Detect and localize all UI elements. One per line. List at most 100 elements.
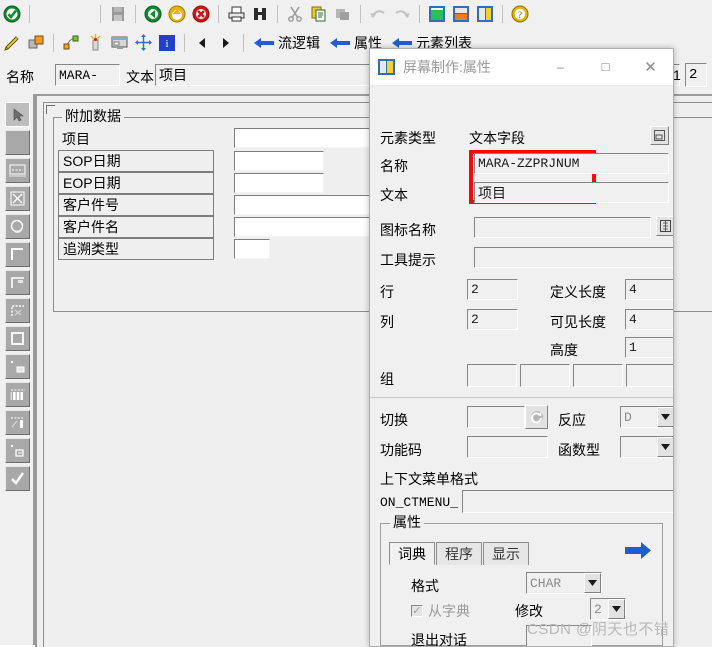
minimize-button[interactable]: – <box>538 49 583 84</box>
switch-label: 切换 <box>380 412 408 428</box>
chevron-down-icon[interactable] <box>608 599 625 619</box>
chevron-down-icon[interactable] <box>584 573 601 593</box>
group-input-2[interactable] <box>520 364 570 387</box>
text-input[interactable]: 项目 <box>474 182 669 203</box>
screen-element-icon[interactable] <box>108 32 130 54</box>
nav-link-flow-logic[interactable]: 流逻辑 <box>254 33 320 53</box>
function-code-input[interactable] <box>467 436 548 458</box>
field-label-project[interactable]: 项目 <box>58 128 214 150</box>
next-icon[interactable] <box>215 32 237 54</box>
chevron-down-icon[interactable] <box>657 407 673 427</box>
switch-input[interactable] <box>467 406 525 428</box>
check-icon[interactable] <box>1 3 23 25</box>
input-field-tool[interactable] <box>5 158 30 183</box>
graphical-layout-icon[interactable] <box>60 32 82 54</box>
modify-value: 2 <box>594 601 602 617</box>
custom-control-tool[interactable] <box>5 410 30 435</box>
radio-button-tool[interactable] <box>5 214 30 239</box>
print-icon[interactable] <box>225 3 247 25</box>
dialog-title-bar[interactable]: 屏幕制作:属性 – □ ✕ <box>370 49 673 86</box>
save-icon[interactable] <box>107 3 129 25</box>
chevron-down-icon[interactable] <box>657 437 673 457</box>
format-value: CHAR <box>530 575 562 591</box>
back-icon[interactable] <box>142 3 164 25</box>
defined-length-input[interactable]: 4 <box>625 279 673 300</box>
tab-display[interactable]: 显示 <box>483 542 529 565</box>
group-input-3[interactable] <box>573 364 623 387</box>
field-label-sop-date[interactable]: SOP日期 <box>58 150 214 172</box>
screen-green-icon[interactable] <box>426 3 448 25</box>
exit-icon[interactable] <box>166 3 188 25</box>
field-label-customer-part-name[interactable]: 客户件名 <box>58 216 214 238</box>
redo-icon[interactable] <box>391 3 413 25</box>
cancel-icon[interactable] <box>190 3 212 25</box>
right-arrow-icon[interactable] <box>625 542 651 562</box>
cut-icon[interactable] <box>284 3 306 25</box>
format-combo[interactable]: CHAR <box>526 572 602 594</box>
properties-dialog[interactable]: 屏幕制作:属性 – □ ✕ 元素类型 文本字段 名称 MARA-ZZPRJNUM… <box>369 48 674 647</box>
col-input[interactable]: 2 <box>467 309 518 330</box>
icon-picker-button[interactable] <box>656 216 673 236</box>
group-input-4[interactable] <box>626 364 673 387</box>
modify-combo[interactable]: 2 <box>590 598 626 620</box>
field-label-customer-part-no[interactable]: 客户件号 <box>58 194 214 216</box>
defined-length-label: 定义长度 <box>550 284 606 300</box>
pencil-icon[interactable] <box>1 32 23 54</box>
table-control-tool[interactable] <box>5 382 30 407</box>
field-label-trace-type[interactable]: 追溯类型 <box>58 238 214 260</box>
name-input[interactable]: MARA-ZZPRJNUM <box>474 153 669 174</box>
pointer-tool[interactable] <box>5 102 30 127</box>
header-name-field[interactable]: MARA- <box>55 64 120 86</box>
from-dictionary-checkbox[interactable]: ✓ <box>411 605 423 617</box>
info-icon[interactable]: i <box>156 32 178 54</box>
field-input-eop-date[interactable] <box>234 173 324 193</box>
step-loop-tool[interactable] <box>5 438 30 463</box>
group-input-1[interactable] <box>467 364 517 387</box>
visible-length-input[interactable]: 4 <box>625 309 673 330</box>
height-input[interactable]: 1 <box>625 337 673 358</box>
undo-icon[interactable] <box>367 3 389 25</box>
name-label: 名称 <box>380 158 408 174</box>
nav-link-label: 流逻辑 <box>278 34 320 51</box>
left-arrow-icon <box>254 37 274 48</box>
copy-element-icon[interactable] <box>25 32 47 54</box>
function-type-label: 函数型 <box>558 442 600 458</box>
tool-palette <box>0 94 35 645</box>
paste-icon[interactable] <box>332 3 354 25</box>
tooltip-input[interactable] <box>474 247 673 268</box>
row-input[interactable]: 2 <box>467 279 518 300</box>
attribute-icon[interactable] <box>650 126 669 145</box>
tabstrip-tool[interactable] <box>5 298 30 323</box>
arrange-icon[interactable] <box>132 32 154 54</box>
subscreen-tool[interactable] <box>5 270 30 295</box>
frame-tool[interactable] <box>5 242 30 267</box>
context-menu-input[interactable] <box>462 490 673 513</box>
ok-tool[interactable] <box>5 466 30 491</box>
find-icon[interactable] <box>249 3 271 25</box>
field-input-trace-type[interactable] <box>234 239 270 259</box>
prev-icon[interactable] <box>191 32 213 54</box>
status-tool[interactable] <box>5 354 30 379</box>
screen-yellow-icon[interactable] <box>474 3 496 25</box>
close-button[interactable]: ✕ <box>628 49 673 84</box>
field-input-sop-date[interactable] <box>234 151 324 171</box>
tab-program[interactable]: 程序 <box>436 542 482 565</box>
maximize-button[interactable]: □ <box>583 49 628 84</box>
resize-handle[interactable] <box>46 105 55 114</box>
box-tool[interactable] <box>5 326 30 351</box>
switch-toggle-button[interactable] <box>525 405 548 429</box>
field-label-eop-date[interactable]: EOP日期 <box>58 172 214 194</box>
help-icon[interactable]: ? <box>509 3 531 25</box>
col-label: 列 <box>380 314 394 330</box>
copy-icon[interactable] <box>308 3 330 25</box>
checkbox-tool[interactable] <box>5 186 30 211</box>
tab-dictionary[interactable]: 词典 <box>389 542 435 565</box>
header-text-label: 文本 <box>126 69 154 85</box>
text-field-tool[interactable] <box>5 130 30 155</box>
icon-name-input[interactable] <box>474 217 651 238</box>
header-right-value-2[interactable]: 2 <box>685 63 707 87</box>
function-type-combo[interactable] <box>620 436 673 458</box>
wizard-icon[interactable] <box>84 32 106 54</box>
reaction-combo[interactable]: D <box>620 406 673 428</box>
screen-orange-icon[interactable] <box>450 3 472 25</box>
